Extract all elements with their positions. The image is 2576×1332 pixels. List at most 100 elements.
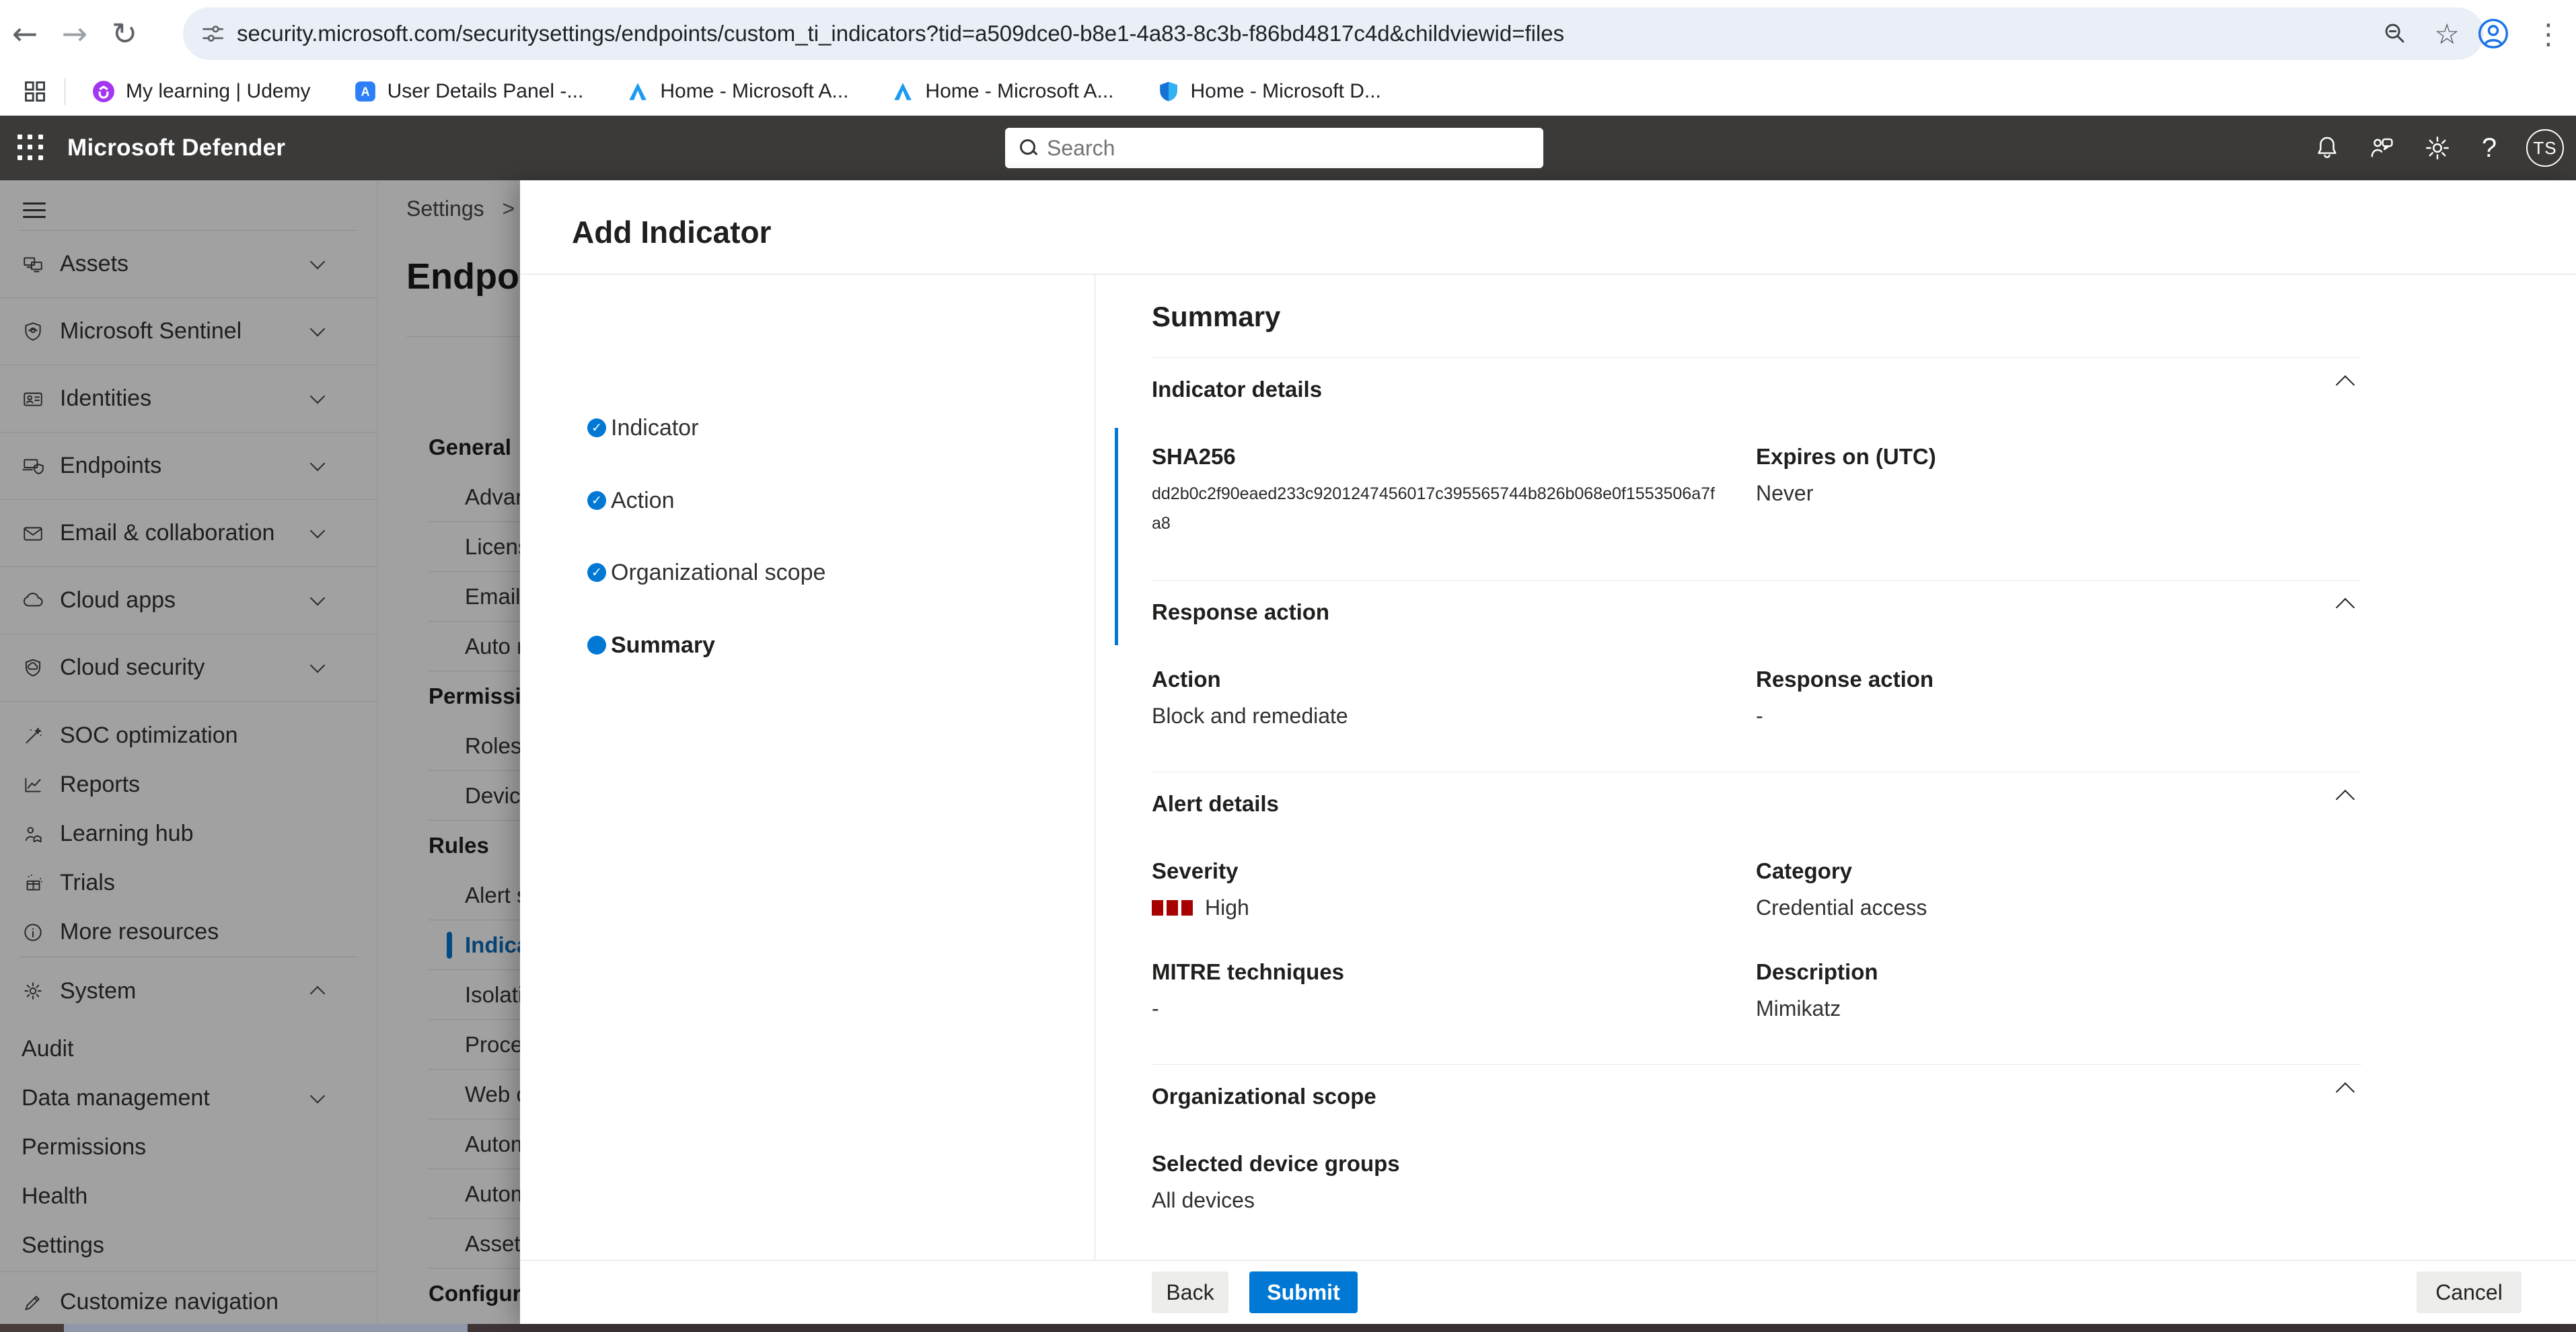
defender-icon — [1157, 80, 1180, 103]
step-label[interactable]: Action — [611, 487, 675, 514]
step-current-dot[interactable] — [587, 636, 606, 655]
bookmark-item[interactable]: A User Details Panel -... — [354, 80, 583, 103]
panel-footer: Back Submit Cancel — [520, 1260, 2576, 1324]
url-text[interactable]: security.microsoft.com/securitysettings/… — [237, 21, 2382, 46]
field-value: Block and remediate — [1152, 704, 1348, 728]
step-complete-dot[interactable]: ✓ — [587, 491, 606, 510]
bookmark-item[interactable]: Home - Microsoft A... — [891, 79, 1114, 103]
field-label: Expires on (UTC) — [1756, 444, 1936, 469]
summary-pane: Summary Indicator details SHA256 dd2b0c2f9… — [1152, 274, 2522, 1260]
field-label: Selected device groups — [1152, 1151, 1400, 1176]
field-value: Never — [1756, 481, 1814, 505]
browser-menu-icon[interactable]: ⋮ — [2528, 17, 2569, 50]
bookmark-label: My learning | Udemy — [126, 79, 311, 102]
bookmark-item[interactable]: My learning | Udemy — [92, 80, 311, 103]
summary-field: SHA256 dd2b0c2f90eaed233c9201247456017c39… — [1152, 444, 1756, 538]
bookmark-item[interactable]: Home - Microsoft A... — [626, 80, 848, 103]
global-search-input[interactable]: Search — [1005, 128, 1543, 168]
cancel-button[interactable]: Cancel — [2417, 1271, 2522, 1313]
field-value: Mimikatz — [1756, 996, 1841, 1021]
section-title: Organizational scope — [1152, 1084, 1376, 1109]
summary-field: Description Mimikatz — [1756, 959, 2361, 1023]
bookmarks-list: My learning | Udemy A User Details Panel -… — [92, 80, 1424, 103]
address-bar[interactable]: security.microsoft.com/securitysettings/… — [183, 7, 2484, 60]
step-label[interactable]: Organizational scope — [611, 559, 825, 586]
workspace: Assets Microsoft Sentinel Identities Endpoi… — [0, 180, 2576, 1324]
field-label: SHA256 — [1152, 444, 1236, 469]
section-fields: Severity High Category Credential access MIT… — [1152, 858, 2361, 1023]
defender-header: Microsoft Defender Search ? TS — [0, 116, 2576, 180]
summary-field: Expires on (UTC) Never — [1756, 444, 2361, 538]
summary-field: Action Block and remediate — [1152, 667, 1756, 730]
summary-section-response-action: Response action Action Block and remediate… — [1152, 581, 2361, 772]
bookmark-star-icon[interactable]: ☆ — [2434, 17, 2460, 50]
zoom-out-icon[interactable] — [2382, 21, 2407, 46]
notifications-bell-icon[interactable] — [2312, 133, 2342, 163]
summary-heading: Summary — [1152, 301, 1281, 332]
field-value: All devices — [1152, 1188, 1255, 1212]
back-button[interactable]: Back — [1152, 1271, 1228, 1313]
field-label: Severity — [1152, 858, 1239, 883]
field-label: Response action — [1756, 667, 1934, 692]
browser-back-icon[interactable]: ← — [0, 15, 50, 52]
app-root: ← → ↻ security.microsoft.com/securityset… — [0, 0, 2576, 1332]
bookmark-item[interactable]: Home - Microsoft D... — [1157, 80, 1381, 103]
bookmark-label: Home - Microsoft D... — [1190, 79, 1381, 102]
summary-field: Category Credential access — [1756, 858, 2361, 922]
bookmarks-bar: My learning | Udemy A User Details Panel -… — [0, 67, 2576, 116]
azure-icon — [891, 80, 914, 103]
bookmark-label: Home - Microsoft A... — [925, 79, 1114, 102]
submit-button[interactable]: Submit — [1249, 1271, 1358, 1313]
udemy-icon — [92, 80, 115, 103]
summary-field: Severity High — [1152, 858, 1756, 922]
field-label: Action — [1152, 667, 1221, 692]
app-title: Microsoft Defender — [67, 135, 286, 161]
field-value: Credential access — [1756, 895, 1927, 920]
field-value: dd2b0c2f90eaed233c9201247456017c39556574… — [1152, 484, 1715, 533]
severity-high-icon — [1152, 899, 1193, 916]
site-settings-icon[interactable] — [200, 22, 225, 46]
checkmark-icon: ✓ — [591, 492, 602, 508]
summary-field: Response action - — [1756, 667, 2361, 730]
scrollbar-thumb[interactable] — [64, 1324, 468, 1332]
section-fields: Selected device groups All devices — [1152, 1151, 2361, 1214]
section-title: Response action — [1152, 599, 1330, 624]
field-value: High — [1152, 893, 1756, 922]
checkmark-icon: ✓ — [591, 564, 602, 580]
step-label[interactable]: Indicator — [611, 414, 698, 441]
help-icon[interactable]: ? — [2478, 133, 2501, 163]
add-indicator-panel: Add Indicator ✓ Indicator ✓ Action ✓ Organiza… — [520, 180, 2576, 1324]
summary-section-alert-details: Alert details Severity High Category Credent… — [1152, 772, 2361, 1065]
field-value: - — [1152, 996, 1159, 1021]
feedback-icon[interactable] — [2367, 133, 2397, 163]
field-value: - — [1756, 704, 1763, 728]
summary-section-indicator-details: Indicator details SHA256 dd2b0c2f90eaed233… — [1152, 358, 2361, 581]
azure-icon — [626, 80, 649, 103]
severity-text: High — [1205, 895, 1249, 920]
field-label: Category — [1756, 858, 1853, 883]
step-complete-dot[interactable]: ✓ — [587, 563, 606, 582]
user-avatar[interactable]: TS — [2526, 129, 2564, 167]
browser-forward-icon[interactable]: → — [50, 15, 100, 52]
field-label: MITRE techniques — [1152, 959, 1345, 984]
translate-icon: A — [354, 80, 377, 103]
apps-grid-icon[interactable] — [23, 79, 47, 104]
browser-reload-icon[interactable]: ↻ — [100, 15, 149, 52]
browser-toolbar: ← → ↻ security.microsoft.com/securityset… — [0, 0, 2576, 67]
section-title: Alert details — [1152, 791, 1279, 816]
step-label[interactable]: Summary — [611, 632, 715, 659]
panel-title: Add Indicator — [572, 215, 772, 250]
summary-field: Selected device groups All devices — [1152, 1151, 1756, 1214]
scrollbar-track — [0, 1324, 64, 1332]
step-complete-dot[interactable]: ✓ — [587, 418, 606, 437]
field-label: Description — [1756, 959, 1878, 984]
summary-field: MITRE techniques - — [1152, 959, 1756, 1023]
settings-gear-icon[interactable] — [2423, 133, 2452, 163]
app-launcher-icon[interactable] — [17, 135, 44, 161]
bookmark-label: Home - Microsoft A... — [660, 79, 849, 102]
steps-connector — [1115, 428, 1118, 645]
browser-profile-icon[interactable] — [2476, 17, 2510, 50]
search-placeholder: Search — [1047, 135, 1115, 160]
summary-section-organizational-scope: Organizational scope Selected device grou… — [1152, 1065, 2361, 1256]
wizard-steps: ✓ Indicator ✓ Action ✓ Organizational scope Su… — [520, 274, 1118, 1260]
